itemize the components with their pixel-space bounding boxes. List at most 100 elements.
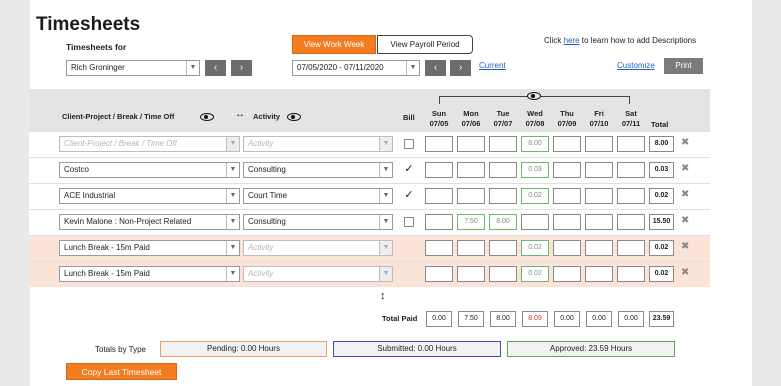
hours-cell-sun[interactable]	[425, 214, 453, 230]
client-project-select[interactable]: Costco ▼	[59, 162, 240, 178]
copy-last-timesheet-button[interactable]: Copy Last Timesheet	[66, 363, 177, 380]
hours-cell-wed[interactable]: 0.03	[521, 162, 549, 178]
hours-cell-fri[interactable]	[585, 266, 613, 282]
hours-cell-thu[interactable]	[553, 188, 581, 204]
hours-cell-tue[interactable]	[489, 136, 517, 152]
delete-icon[interactable]: ✖	[681, 215, 689, 226]
day-header-sun: Sun 07/05	[424, 109, 454, 129]
client-project-select[interactable]: Lunch Break - 15m Paid ▼	[59, 266, 240, 282]
column-client-header: Client-Project / Break / Time Off	[62, 112, 175, 121]
day-name: Tue	[496, 109, 510, 118]
hours-cell-sun[interactable]	[425, 188, 453, 204]
row-total: 0.02	[649, 240, 674, 256]
hours-cell-thu[interactable]	[553, 240, 581, 256]
chevron-down-icon: ▼	[379, 215, 392, 229]
day-date: 07/08	[525, 119, 545, 128]
row-total: 0.03	[649, 162, 674, 178]
employee-select[interactable]: Rich Groninger ▼	[66, 60, 200, 76]
activity-select[interactable]: Activity ▼	[243, 266, 393, 282]
row-total: 0.02	[649, 266, 674, 282]
resize-horizontal-icon[interactable]: ↔	[235, 109, 245, 120]
prev-week-button[interactable]: ‹	[425, 60, 446, 76]
eye-icon[interactable]	[527, 92, 541, 100]
page-title: Timesheets	[36, 14, 141, 35]
hours-cell-tue[interactable]	[489, 266, 517, 282]
bill-checkbox[interactable]	[404, 217, 414, 227]
resize-vertical-icon[interactable]: ↕	[380, 290, 386, 302]
hours-cell-fri[interactable]	[585, 240, 613, 256]
hours-cell-thu[interactable]	[553, 266, 581, 282]
hours-cell-fri[interactable]	[585, 162, 613, 178]
activity-select[interactable]: Activity ▼	[243, 136, 393, 152]
delete-icon[interactable]: ✖	[681, 189, 689, 200]
hours-cell-tue[interactable]: 8.00	[489, 214, 517, 230]
hours-cell-sat[interactable]	[617, 162, 645, 178]
hours-cell-sat[interactable]	[617, 266, 645, 282]
chevron-down-icon: ▼	[226, 215, 239, 229]
eye-icon[interactable]	[287, 113, 301, 121]
hours-cell-tue[interactable]	[489, 240, 517, 256]
day-date: 07/07	[493, 119, 513, 128]
print-button[interactable]: Print	[664, 58, 703, 74]
next-week-button[interactable]: ›	[450, 60, 471, 76]
client-project-select[interactable]: Lunch Break - 15m Paid ▼	[59, 240, 240, 256]
hours-cell-sun[interactable]	[425, 162, 453, 178]
help-link[interactable]: here	[564, 36, 580, 45]
hours-cell-mon[interactable]	[457, 162, 485, 178]
activity-select[interactable]: Consulting ▼	[243, 214, 393, 230]
day-header-sat: Sat 07/11	[616, 109, 646, 129]
delete-icon[interactable]: ✖	[681, 267, 689, 278]
hours-cell-mon[interactable]	[457, 188, 485, 204]
delete-icon[interactable]: ✖	[681, 241, 689, 252]
day-header-fri: Fri 07/10	[584, 109, 614, 129]
hours-cell-thu[interactable]	[553, 136, 581, 152]
hours-cell-wed[interactable]	[521, 214, 549, 230]
activity-select[interactable]: Activity ▼	[243, 240, 393, 256]
day-header-wed: Wed 07/08	[520, 109, 550, 129]
prev-employee-button[interactable]: ‹	[205, 60, 226, 76]
delete-icon[interactable]: ✖	[681, 137, 689, 148]
hours-cell-sat[interactable]	[617, 240, 645, 256]
hours-cell-sun[interactable]	[425, 240, 453, 256]
activity-select[interactable]: Court Time ▼	[243, 188, 393, 204]
client-project-select[interactable]: Kevin Malone : Non-Project Related ▼	[59, 214, 240, 230]
bill-checkbox[interactable]	[404, 139, 414, 149]
client-project-select[interactable]: Client-Project / Break / Time Off ▼	[59, 136, 240, 152]
hours-cell-sat[interactable]	[617, 136, 645, 152]
date-range-select[interactable]: 07/05/2020 - 07/11/2020 ▼	[292, 60, 420, 76]
hours-cell-fri[interactable]	[585, 188, 613, 204]
hours-cell-sat[interactable]	[617, 188, 645, 204]
hours-cell-wed[interactable]: 0.02	[521, 188, 549, 204]
hours-cell-mon[interactable]	[457, 266, 485, 282]
view-work-week-button[interactable]: View Work Week	[292, 35, 376, 54]
eye-icon[interactable]	[200, 113, 214, 121]
bill-checkbox[interactable]: ✓	[404, 190, 414, 201]
hours-cell-mon[interactable]	[457, 240, 485, 256]
chevron-down-icon: ▼	[186, 61, 199, 75]
hours-cell-sun[interactable]	[425, 266, 453, 282]
hours-cell-wed[interactable]: 8.00	[521, 136, 549, 152]
hours-cell-mon[interactable]: 7.50	[457, 214, 485, 230]
hours-cell-wed[interactable]: 0.02	[521, 266, 549, 282]
hours-cell-sun[interactable]	[425, 136, 453, 152]
customize-link[interactable]: Customize	[617, 61, 655, 70]
next-employee-button[interactable]: ›	[231, 60, 252, 76]
hours-cell-fri[interactable]	[585, 136, 613, 152]
hours-cell-thu[interactable]	[553, 162, 581, 178]
hours-cell-mon[interactable]	[457, 136, 485, 152]
activity-select[interactable]: Consulting ▼	[243, 162, 393, 178]
bill-checkbox[interactable]: ✓	[404, 164, 414, 175]
client-project-select[interactable]: ACE Industrial ▼	[59, 188, 240, 204]
hours-cell-fri[interactable]	[585, 214, 613, 230]
hours-cell-tue[interactable]	[489, 162, 517, 178]
hours-cell-tue[interactable]	[489, 188, 517, 204]
hours-cell-thu[interactable]	[553, 214, 581, 230]
hours-cell-sat[interactable]	[617, 214, 645, 230]
chevron-down-icon: ▼	[379, 137, 392, 151]
delete-icon[interactable]: ✖	[681, 163, 689, 174]
view-payroll-period-button[interactable]: View Payroll Period	[377, 35, 473, 54]
total-paid-mon: 7.50	[458, 311, 484, 327]
current-week-link[interactable]: Current	[479, 61, 506, 70]
hours-cell-wed[interactable]: 0.02	[521, 240, 549, 256]
day-header-thu: Thu 07/09	[552, 109, 582, 129]
